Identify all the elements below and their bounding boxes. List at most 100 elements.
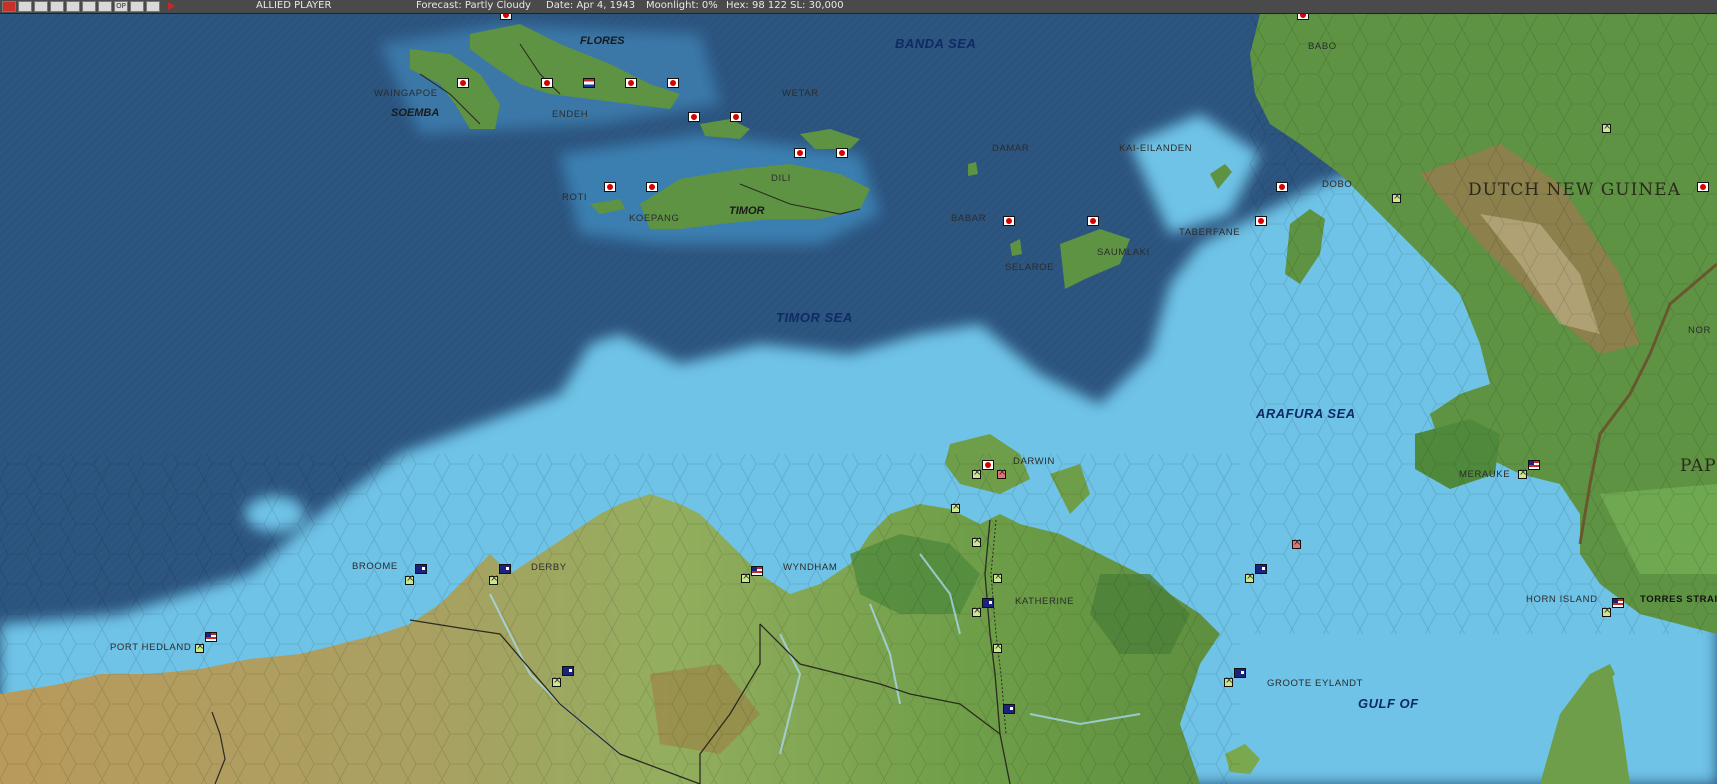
australian-unit-marker[interactable] xyxy=(415,564,427,574)
town-label-derby: DERBY xyxy=(531,562,567,573)
australian-unit-marker[interactable] xyxy=(562,666,574,676)
save-icon[interactable] xyxy=(146,1,160,12)
base-marker[interactable] xyxy=(1602,605,1611,617)
japanese-unit-marker[interactable] xyxy=(500,14,512,20)
base-marker[interactable] xyxy=(489,573,498,585)
base-marker[interactable] xyxy=(741,571,750,583)
japanese-unit-marker[interactable] xyxy=(646,182,658,192)
japanese-unit-marker[interactable] xyxy=(982,460,994,470)
japanese-unit-marker[interactable] xyxy=(1255,216,1267,226)
japanese-unit-marker[interactable] xyxy=(794,148,806,158)
japanese-unit-marker[interactable] xyxy=(541,78,553,88)
base-marker[interactable] xyxy=(951,501,960,513)
dutch-unit-marker[interactable] xyxy=(583,78,595,88)
aircraft-icon[interactable] xyxy=(34,1,48,12)
top-toolbar: OP ALLIED PLAYER Forecast: Partly Cloudy… xyxy=(0,0,1717,14)
unit-icon[interactable] xyxy=(66,1,80,12)
flag-icon[interactable] xyxy=(2,1,16,12)
base-marker[interactable] xyxy=(972,535,981,547)
town-label-saumlaki: SAUMLAKI xyxy=(1097,247,1150,258)
japanese-unit-marker[interactable] xyxy=(1297,14,1309,20)
japanese-unit-marker[interactable] xyxy=(1697,182,1709,192)
base-marker[interactable] xyxy=(972,467,981,479)
town-label-wyndham: WYNDHAM xyxy=(783,562,838,573)
intel-icon[interactable] xyxy=(98,1,112,12)
australian-unit-marker[interactable] xyxy=(499,564,511,574)
town-label-babar: BABAR xyxy=(951,213,987,224)
japanese-unit-marker[interactable] xyxy=(457,78,469,88)
town-label-babo: BABO xyxy=(1308,41,1337,52)
japanese-unit-marker[interactable] xyxy=(688,112,700,122)
base-marker[interactable] xyxy=(993,641,1002,653)
base-marker[interactable] xyxy=(993,571,1002,583)
island-label-flores: FLORES xyxy=(580,35,625,47)
side-label: ALLIED PLAYER xyxy=(256,0,332,11)
town-label-dobo: DOBO xyxy=(1322,179,1353,190)
australian-unit-marker[interactable] xyxy=(1255,564,1267,574)
town-label-taberfane: TABERFANE xyxy=(1179,227,1241,238)
us-unit-marker[interactable] xyxy=(751,566,763,576)
japanese-unit-marker[interactable] xyxy=(836,148,848,158)
play-icon[interactable] xyxy=(164,1,178,12)
japanese-unit-marker[interactable] xyxy=(667,78,679,88)
date-label: Date: Apr 4, 1943 xyxy=(546,0,636,11)
us-unit-marker[interactable] xyxy=(205,632,217,642)
sea-label-timor: TIMOR SEA xyxy=(776,310,853,325)
island-label-soemba: SOEMBA xyxy=(391,107,440,119)
japanese-unit-marker[interactable] xyxy=(1087,216,1099,226)
base-marker[interactable] xyxy=(1602,121,1611,133)
base-marker[interactable] xyxy=(405,573,414,585)
town-label-horn-island: HORN ISLAND xyxy=(1526,594,1598,605)
enemy-base-marker[interactable] xyxy=(1292,537,1301,549)
op-button[interactable]: OP xyxy=(114,1,128,12)
base-icon[interactable] xyxy=(50,1,64,12)
sea-label-banda: BANDA SEA xyxy=(895,36,977,51)
ship-icon[interactable] xyxy=(18,1,32,12)
town-label-broome: BROOME xyxy=(352,561,398,572)
forecast-label: Forecast: Partly Cloudy xyxy=(416,0,531,11)
sea-label-gulf: GULF OF xyxy=(1358,696,1419,711)
australian-unit-marker[interactable] xyxy=(1234,668,1246,678)
sea-label-arafura: ARAFURA SEA xyxy=(1256,406,1356,421)
strategic-map[interactable]: BANDA SEA TIMOR SEA ARAFURA SEA GULF OF … xyxy=(0,14,1717,784)
region-label-papua: PAPUA xyxy=(1680,456,1717,476)
japanese-unit-marker[interactable] xyxy=(1276,182,1288,192)
town-label-merauke: MERAUKE xyxy=(1459,469,1511,480)
region-label-dutch-new-guinea: DUTCH NEW GUINEA xyxy=(1468,180,1681,200)
base-marker[interactable] xyxy=(1245,571,1254,583)
globe-icon[interactable] xyxy=(82,1,96,12)
town-label-waingapoe: WAINGAPOE xyxy=(374,88,438,99)
base-marker[interactable] xyxy=(552,675,561,687)
town-label-torres-strait: TORRES STRAI xyxy=(1640,594,1717,605)
town-label-koepang: KOEPANG xyxy=(629,213,680,224)
us-unit-marker[interactable] xyxy=(1612,598,1624,608)
town-label-wetar: WETAR xyxy=(782,88,819,99)
island-label-timor: TIMOR xyxy=(729,205,765,217)
australian-unit-marker[interactable] xyxy=(1003,704,1015,714)
enemy-base-marker[interactable] xyxy=(997,467,1006,479)
town-label-kai-eilanden: KAI-EILANDEN xyxy=(1119,143,1193,154)
town-label-selaroe: SELAROE xyxy=(1005,262,1055,273)
town-label-nor: NOR xyxy=(1688,325,1711,336)
japanese-unit-marker[interactable] xyxy=(730,112,742,122)
town-label-darwin: DARWIN xyxy=(1013,456,1055,467)
town-label-damar: DAMAR xyxy=(992,143,1030,154)
us-unit-marker[interactable] xyxy=(1528,460,1540,470)
map-terrain xyxy=(0,14,1717,784)
town-label-dili: DILI xyxy=(771,173,791,184)
base-marker[interactable] xyxy=(1392,191,1401,203)
moonlight-label: Moonlight: 0% xyxy=(646,0,718,11)
base-marker[interactable] xyxy=(1518,467,1527,479)
base-marker[interactable] xyxy=(1224,675,1233,687)
hex-label: Hex: 98 122 SL: 30,000 xyxy=(726,0,844,11)
base-marker[interactable] xyxy=(195,641,204,653)
report-icon[interactable] xyxy=(130,1,144,12)
base-marker[interactable] xyxy=(972,605,981,617)
japanese-unit-marker[interactable] xyxy=(1003,216,1015,226)
town-label-port-hedland: PORT HEDLAND xyxy=(110,642,192,653)
australian-unit-marker[interactable] xyxy=(982,598,994,608)
japanese-unit-marker[interactable] xyxy=(604,182,616,192)
japanese-unit-marker[interactable] xyxy=(625,78,637,88)
town-label-endeh: ENDEH xyxy=(552,109,589,120)
town-label-roti: ROTI xyxy=(562,192,588,203)
